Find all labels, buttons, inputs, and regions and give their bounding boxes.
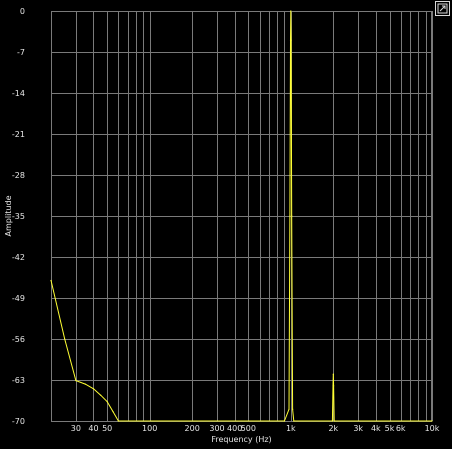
frequency-plot: 30 40 50 100 200 300 400 500 1k 2k 3k 4k 5k 6k 10k 0 -7… [0, 0, 452, 445]
data-point [117, 420, 119, 422]
data-point [292, 408, 294, 410]
y-tick-label: -63 [12, 376, 25, 385]
expand-button[interactable] [435, 1, 450, 16]
data-point [75, 379, 77, 382]
data-point [92, 388, 95, 390]
y-tick-label: -21 [12, 130, 25, 139]
x-axis-label: Frequency (Hz) [211, 435, 271, 444]
chart-svg: 30 40 50 100 200 300 400500 1k 2k 3k 4k 5k 6k 10k 0-7… [4, 7, 440, 444]
data-point [290, 10, 292, 12]
x-tick-label: 5k [385, 424, 395, 433]
x-tick-label: 6k [396, 424, 406, 433]
data-point [289, 215, 291, 217]
data-point [293, 420, 295, 422]
data-point [333, 385, 335, 387]
data-point [84, 383, 86, 385]
y-tick-label: -56 [12, 335, 25, 344]
data-point [106, 401, 108, 403]
data-point [50, 279, 52, 282]
data-point [291, 215, 293, 217]
data-point [431, 420, 433, 422]
x-tick-label: 30 [71, 424, 81, 433]
x-tick-label: 10k [425, 424, 440, 433]
x-tick-label: 50 [102, 424, 112, 433]
x-tick-label: 300 [209, 424, 224, 433]
expand-icon [437, 3, 448, 14]
y-axis-label: Amplitude [4, 195, 13, 236]
y-tick-label: -7 [17, 48, 25, 57]
y-tick-label: 0 [20, 7, 25, 16]
data-point [333, 420, 335, 422]
x-tick-label: 3k [353, 424, 363, 433]
data-point [290, 39, 292, 41]
x-tick-labels: 30 40 50 100 200 300 400500 1k 2k 3k 4k 5k 6k 10k [71, 424, 440, 433]
x-tick-label: 500 [241, 424, 256, 433]
x-tick-label: 2k [328, 424, 338, 433]
data-point [332, 373, 334, 375]
y-tick-labels: 0 -7 -14 -21 -28 -35 -42 -49 -56 -63 -70 [12, 7, 25, 426]
data-point [112, 411, 114, 413]
x-tick-label: 40 [88, 424, 98, 433]
data-point [331, 420, 334, 422]
data-point [64, 338, 66, 340]
x-tick-label: 1k [286, 424, 296, 433]
x-tick-label: 200 [185, 424, 200, 433]
y-tick-label: -14 [12, 89, 25, 98]
data-point [100, 394, 102, 396]
y-tick-label: -49 [12, 294, 25, 303]
data-point [288, 408, 290, 410]
y-tick-label: -35 [12, 212, 25, 221]
x-tick-label: 100 [142, 424, 157, 433]
y-tick-label: -70 [12, 417, 25, 426]
data-point [283, 420, 285, 422]
x-tick-label: 4k [371, 424, 381, 433]
y-tick-label: -28 [12, 171, 25, 180]
y-tick-label: -42 [12, 253, 25, 262]
